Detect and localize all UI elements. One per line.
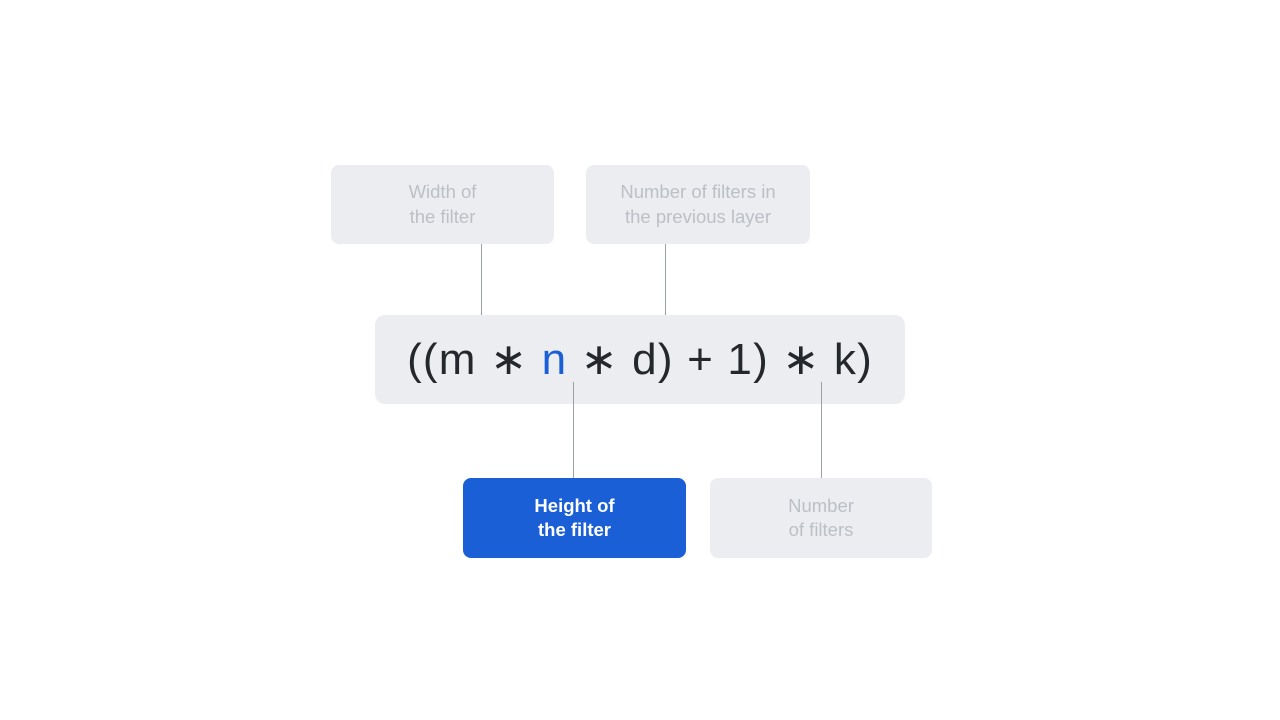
connector-line-number-of-filters xyxy=(821,382,822,479)
callout-number-of-filters[interactable]: Number of filters xyxy=(710,478,932,558)
formula-box: ((m ∗ n ∗ d) + 1) ∗ k) xyxy=(375,315,905,404)
callout-height-of-filter-label: Height of the filter xyxy=(534,494,615,540)
formula-token-asterisk-1: ∗ xyxy=(476,334,542,384)
formula-token-open-m: ((m xyxy=(407,334,477,384)
connector-line-height-of-filter xyxy=(573,382,574,479)
diagram-canvas: Width of the filter Number of filters in… xyxy=(0,0,1280,720)
callout-width-of-filter[interactable]: Width of the filter xyxy=(331,165,554,244)
callout-number-of-filters-previous-layer-label: Number of filters in the previous layer xyxy=(620,181,776,227)
callout-width-of-filter-label: Width of the filter xyxy=(408,181,477,227)
callout-number-of-filters-label: Number of filters xyxy=(788,494,854,540)
callout-number-of-filters-previous-layer[interactable]: Number of filters in the previous layer xyxy=(586,165,810,244)
formula-expression: ((m ∗ n ∗ d) + 1) ∗ k) xyxy=(407,334,873,384)
formula-token-n-highlighted: n xyxy=(541,334,568,384)
formula-token-asterisk-2: ∗ xyxy=(567,334,633,384)
callout-height-of-filter[interactable]: Height of the filter xyxy=(463,478,686,558)
formula-token-tail: d) + 1) ∗ k) xyxy=(632,334,873,384)
